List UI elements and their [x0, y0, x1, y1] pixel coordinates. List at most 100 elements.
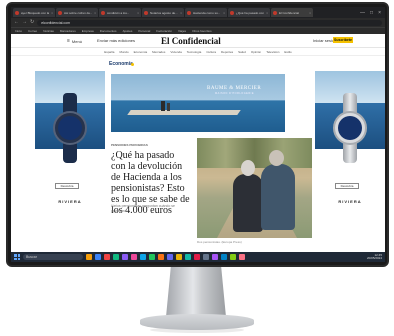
taskbar-app-icon[interactable] — [86, 254, 92, 260]
section-title[interactable]: Economía — [109, 61, 133, 67]
taskbar-app-icon[interactable] — [212, 254, 218, 260]
taskbar-clock[interactable]: 12:45 20/05/2024 — [366, 253, 382, 261]
right-ad-cta-button[interactable]: Descubra — [335, 183, 359, 189]
bookmark-item[interactable]: Noticias — [43, 29, 54, 33]
right-ad-brand: RIVIERA — [338, 199, 362, 204]
window-controls: — □ × — [360, 10, 385, 16]
section-dot-icon — [131, 63, 134, 66]
tab-close-icon[interactable]: × — [223, 11, 225, 15]
banner-brand: BAUME & MERCIER — [207, 86, 262, 91]
bookmark-item[interactable]: Inicio — [15, 29, 22, 33]
bookmark-item[interactable]: Otros favoritos — [192, 29, 212, 33]
section-nav-item[interactable]: Cultura — [206, 50, 216, 54]
taskbar-app-icon[interactable] — [185, 254, 191, 260]
taskbar-app-icon[interactable] — [122, 254, 128, 260]
tab-close-icon[interactable]: × — [266, 11, 268, 15]
banner-person — [161, 101, 165, 111]
section-nav-item[interactable]: Tecnología — [187, 50, 202, 54]
photo-person-left — [233, 174, 263, 232]
section-nav-item[interactable]: Televisión — [266, 50, 279, 54]
section-nav: España Mundo Economía Mercados Vivienda Tecno… — [11, 48, 385, 56]
taskbar-app-icon[interactable] — [113, 254, 119, 260]
bookmark-item[interactable]: Viajes — [178, 29, 186, 33]
left-watch-ad[interactable]: Descubra RIVIERA — [35, 71, 105, 243]
tab-close-icon[interactable]: × — [309, 11, 311, 15]
banner-sub: MAISON D'HORLOGERIE — [215, 92, 255, 95]
banner-pier — [127, 110, 241, 115]
bookmark-item[interactable]: Empresa — [82, 29, 94, 33]
subscribe-button[interactable]: Suscríbete — [333, 37, 353, 43]
tab-close-icon[interactable]: × — [94, 11, 96, 15]
taskbar-app-icon[interactable] — [140, 254, 146, 260]
browser-tab[interactable]: condición a los... × — [99, 8, 141, 17]
site-logo[interactable]: El Confidencial — [161, 36, 221, 46]
monitor-frame: ayer Bloquedo con la... × Así sobre cofren… — [6, 2, 389, 267]
bookmark-item[interactable]: Marcadores — [60, 29, 76, 33]
taskbar-app-icon[interactable] — [239, 254, 245, 260]
left-ad-cta-button[interactable]: Descubra — [55, 183, 79, 189]
section-nav-item[interactable]: Deportes — [221, 50, 233, 54]
minimize-icon[interactable]: — — [360, 10, 365, 16]
taskbar-app-icon[interactable] — [131, 254, 137, 260]
edition-link[interactable]: Enviar más ediciones — [97, 38, 135, 43]
photo-caption: Dos pensionistas. (Europa Press) — [197, 240, 242, 244]
taskbar-search-input[interactable]: Buscar — [23, 254, 83, 260]
section-nav-item[interactable]: Salud — [238, 50, 246, 54]
taskbar-app-icon[interactable] — [149, 254, 155, 260]
reload-icon[interactable]: ↻ — [30, 20, 34, 25]
browser-tab[interactable]: El Confidencial × — [271, 8, 313, 17]
browser-tab[interactable]: Así sobre cofren de... × — [56, 8, 98, 17]
article-summary: Varios pensionistas preguntan cuándo se … — [111, 204, 175, 213]
clock-date: 20/05/2024 — [366, 256, 382, 260]
url-input[interactable]: elconfidencial.com — [37, 19, 382, 26]
back-icon[interactable]: ← — [14, 20, 19, 25]
windows-start-icon[interactable] — [14, 254, 20, 260]
menu-button[interactable]: ≡ Menú — [67, 38, 82, 44]
section-nav-item[interactable]: Economía — [134, 50, 148, 54]
favicon-icon — [58, 10, 62, 15]
taskbar-app-icon[interactable] — [194, 254, 200, 260]
tab-close-icon[interactable]: × — [180, 11, 182, 15]
monitor-screen: ayer Bloquedo con la... × Así sobre cofren… — [11, 7, 385, 262]
forward-icon[interactable]: → — [22, 20, 27, 25]
section-nav-item[interactable]: Estilo — [284, 50, 291, 54]
browser-tab[interactable]: Hacienda como su... × — [185, 8, 227, 17]
close-icon[interactable]: × — [378, 10, 381, 16]
section-nav-item[interactable]: Mercados — [152, 50, 165, 54]
tab-close-icon[interactable]: × — [137, 11, 139, 15]
bookmark-item[interactable]: Documentos — [100, 29, 117, 33]
article-photo[interactable] — [197, 138, 312, 238]
tab-label: Así sobre cofren de... — [64, 10, 93, 15]
taskbar-app-icon[interactable] — [221, 254, 227, 260]
browser-tab[interactable]: ayer Bloquedo con la... × — [13, 8, 55, 17]
browser-tab[interactable]: Notarios agosto de... × — [142, 8, 184, 17]
taskbar: Buscar 12:45 20/05/2024 — [11, 252, 385, 262]
banner-person — [167, 103, 170, 111]
favicon-icon — [144, 10, 148, 15]
bookmark-item[interactable]: Personal — [138, 29, 150, 33]
browser-tab[interactable]: ¿Qué ha pasado con... × — [228, 8, 270, 17]
taskbar-app-icon[interactable] — [230, 254, 236, 260]
maximize-icon[interactable]: □ — [370, 10, 373, 16]
taskbar-app-icon[interactable] — [104, 254, 110, 260]
section-nav-item[interactable]: Opinión — [251, 50, 261, 54]
photo-trees — [197, 138, 312, 168]
section-nav-item[interactable]: Mundo — [119, 50, 128, 54]
right-watch-ad[interactable]: Descubra RIVIERA — [315, 71, 385, 243]
taskbar-app-icon[interactable] — [158, 254, 164, 260]
favicon-icon — [273, 10, 277, 15]
bookmark-item[interactable]: Ajustes — [123, 29, 133, 33]
left-ad-brand: RIVIERA — [58, 199, 82, 204]
bookmark-item[interactable]: Correo — [28, 29, 37, 33]
tab-label: ayer Bloquedo con la... — [21, 10, 50, 15]
section-nav-item[interactable]: Vivienda — [170, 50, 181, 54]
section-nav-item[interactable]: España — [104, 50, 114, 54]
tab-close-icon[interactable]: × — [51, 11, 53, 15]
bookmark-item[interactable]: Facturación — [156, 29, 172, 33]
taskbar-app-icon[interactable] — [167, 254, 173, 260]
taskbar-app-icon[interactable] — [176, 254, 182, 260]
taskbar-app-icon[interactable] — [203, 254, 209, 260]
center-banner-ad[interactable]: BAUME & MERCIER MAISON D'HORLOGERIE — [111, 74, 285, 132]
tab-label: Notarios agosto de... — [150, 10, 178, 15]
taskbar-app-icon[interactable] — [95, 254, 101, 260]
